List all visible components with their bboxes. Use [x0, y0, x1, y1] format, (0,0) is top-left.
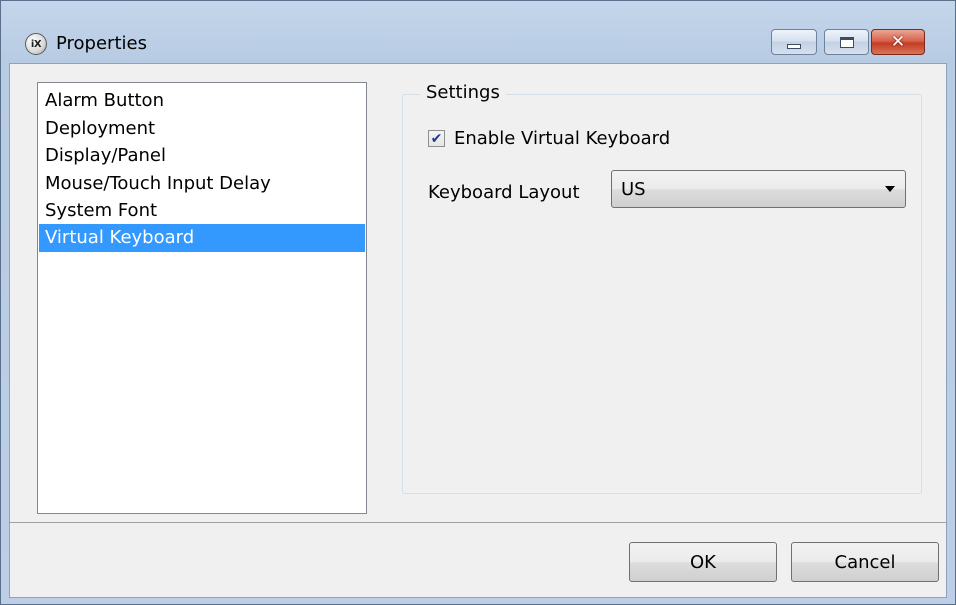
- list-item-alarm-button[interactable]: Alarm Button: [39, 87, 365, 115]
- list-item-system-font[interactable]: System Font: [39, 197, 365, 225]
- enable-virtual-keyboard-label[interactable]: Enable Virtual Keyboard: [454, 128, 670, 149]
- dropdown-arrow-icon[interactable]: [885, 186, 895, 192]
- keyboard-layout-value: US: [621, 179, 646, 200]
- minimize-icon: [787, 44, 801, 49]
- keyboard-layout-select[interactable]: US: [611, 170, 906, 208]
- enable-virtual-keyboard-checkbox[interactable]: ✔ Enable Virtual Keyboard: [428, 128, 670, 149]
- checkbox-checked-icon[interactable]: ✔: [428, 130, 445, 147]
- settings-group: [402, 94, 922, 494]
- app-logo-icon: iX: [25, 33, 47, 55]
- keyboard-layout-label: Keyboard Layout: [428, 182, 580, 203]
- dialog-body: Alarm Button Deployment Display/Panel Mo…: [9, 63, 947, 598]
- maximize-icon: [839, 36, 854, 48]
- close-icon: ✕: [890, 31, 906, 52]
- list-item-mouse-touch-input-delay[interactable]: Mouse/Touch Input Delay: [39, 170, 365, 198]
- title-bar[interactable]: iX Properties ✕: [1, 1, 955, 61]
- ok-button[interactable]: OK: [629, 542, 777, 582]
- list-item-deployment[interactable]: Deployment: [39, 115, 365, 143]
- logo-text: iX: [30, 38, 42, 50]
- list-item-display-panel[interactable]: Display/Panel: [39, 142, 365, 170]
- properties-dialog: iX Properties ✕ Alarm Button Deployment …: [0, 0, 956, 605]
- maximize-button[interactable]: [824, 29, 869, 55]
- category-list[interactable]: Alarm Button Deployment Display/Panel Mo…: [37, 82, 367, 514]
- close-button[interactable]: ✕: [871, 29, 925, 55]
- cancel-button[interactable]: Cancel: [791, 542, 939, 582]
- settings-group-label: Settings: [420, 82, 506, 103]
- minimize-button[interactable]: [771, 29, 817, 55]
- list-item-virtual-keyboard[interactable]: Virtual Keyboard: [39, 224, 365, 252]
- window-title: Properties: [56, 33, 147, 54]
